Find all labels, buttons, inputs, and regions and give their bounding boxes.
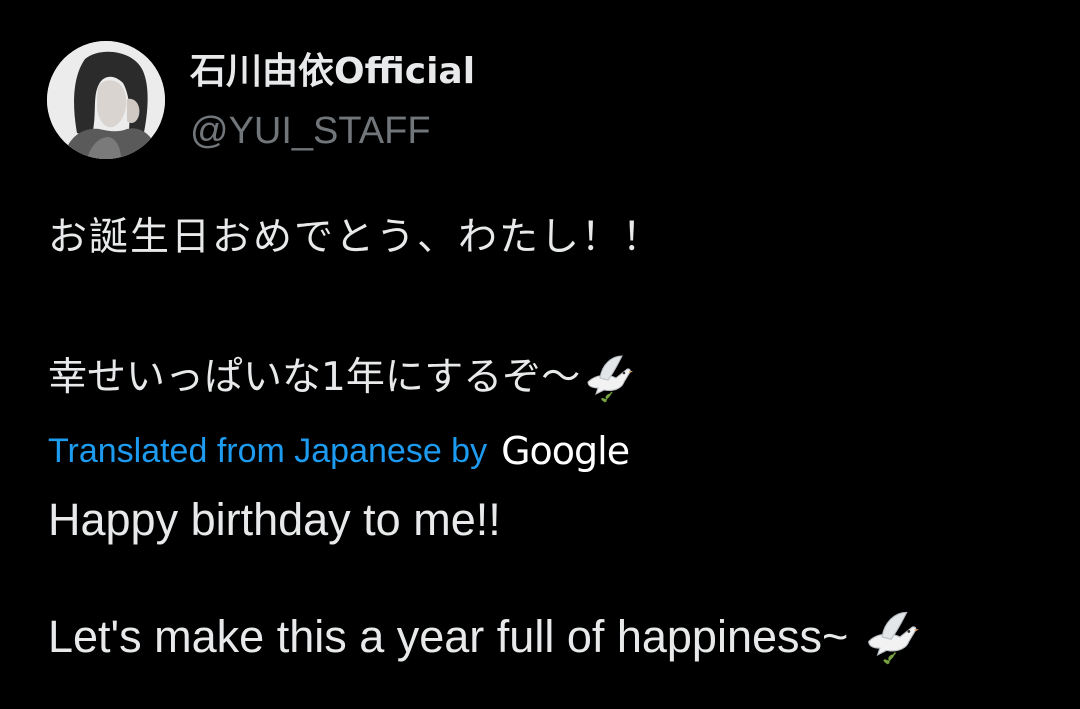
author-display-name[interactable]: 石川由依Official	[190, 48, 475, 96]
translation-attribution: Translated from Japanese by Google	[48, 428, 630, 474]
profile-photo-icon	[47, 41, 165, 159]
author-handle[interactable]: @YUI_STAFF	[190, 107, 431, 155]
tweet-text-line-2: 幸せいっぱいな1年にするぞ〜	[48, 352, 634, 404]
tweet-text-jp-2: 幸せいっぱいな1年にするぞ〜	[48, 355, 581, 400]
tweet: 石川由依Official @YUI_STAFF お誕生日おめでとう、わたし！！ …	[0, 0, 1080, 709]
translated-text-en-1: Happy birthday to me!!	[48, 494, 501, 545]
tweet-text-jp-1: お誕生日おめでとう、わたし！！	[48, 215, 664, 260]
translated-from-link[interactable]: Translated from Japanese by	[48, 432, 487, 471]
author-avatar[interactable]	[47, 41, 165, 159]
translated-text-en-2: Let's make this a year full of happiness…	[48, 611, 849, 662]
dove-icon	[582, 352, 634, 404]
translated-text-line-2: Let's make this a year full of happiness…	[48, 608, 920, 666]
google-logo: Google	[501, 429, 630, 473]
dove-icon	[862, 608, 920, 666]
translated-text-line-1: Happy birthday to me!!	[48, 492, 501, 548]
tweet-text-line-1: お誕生日おめでとう、わたし！！	[48, 213, 663, 263]
